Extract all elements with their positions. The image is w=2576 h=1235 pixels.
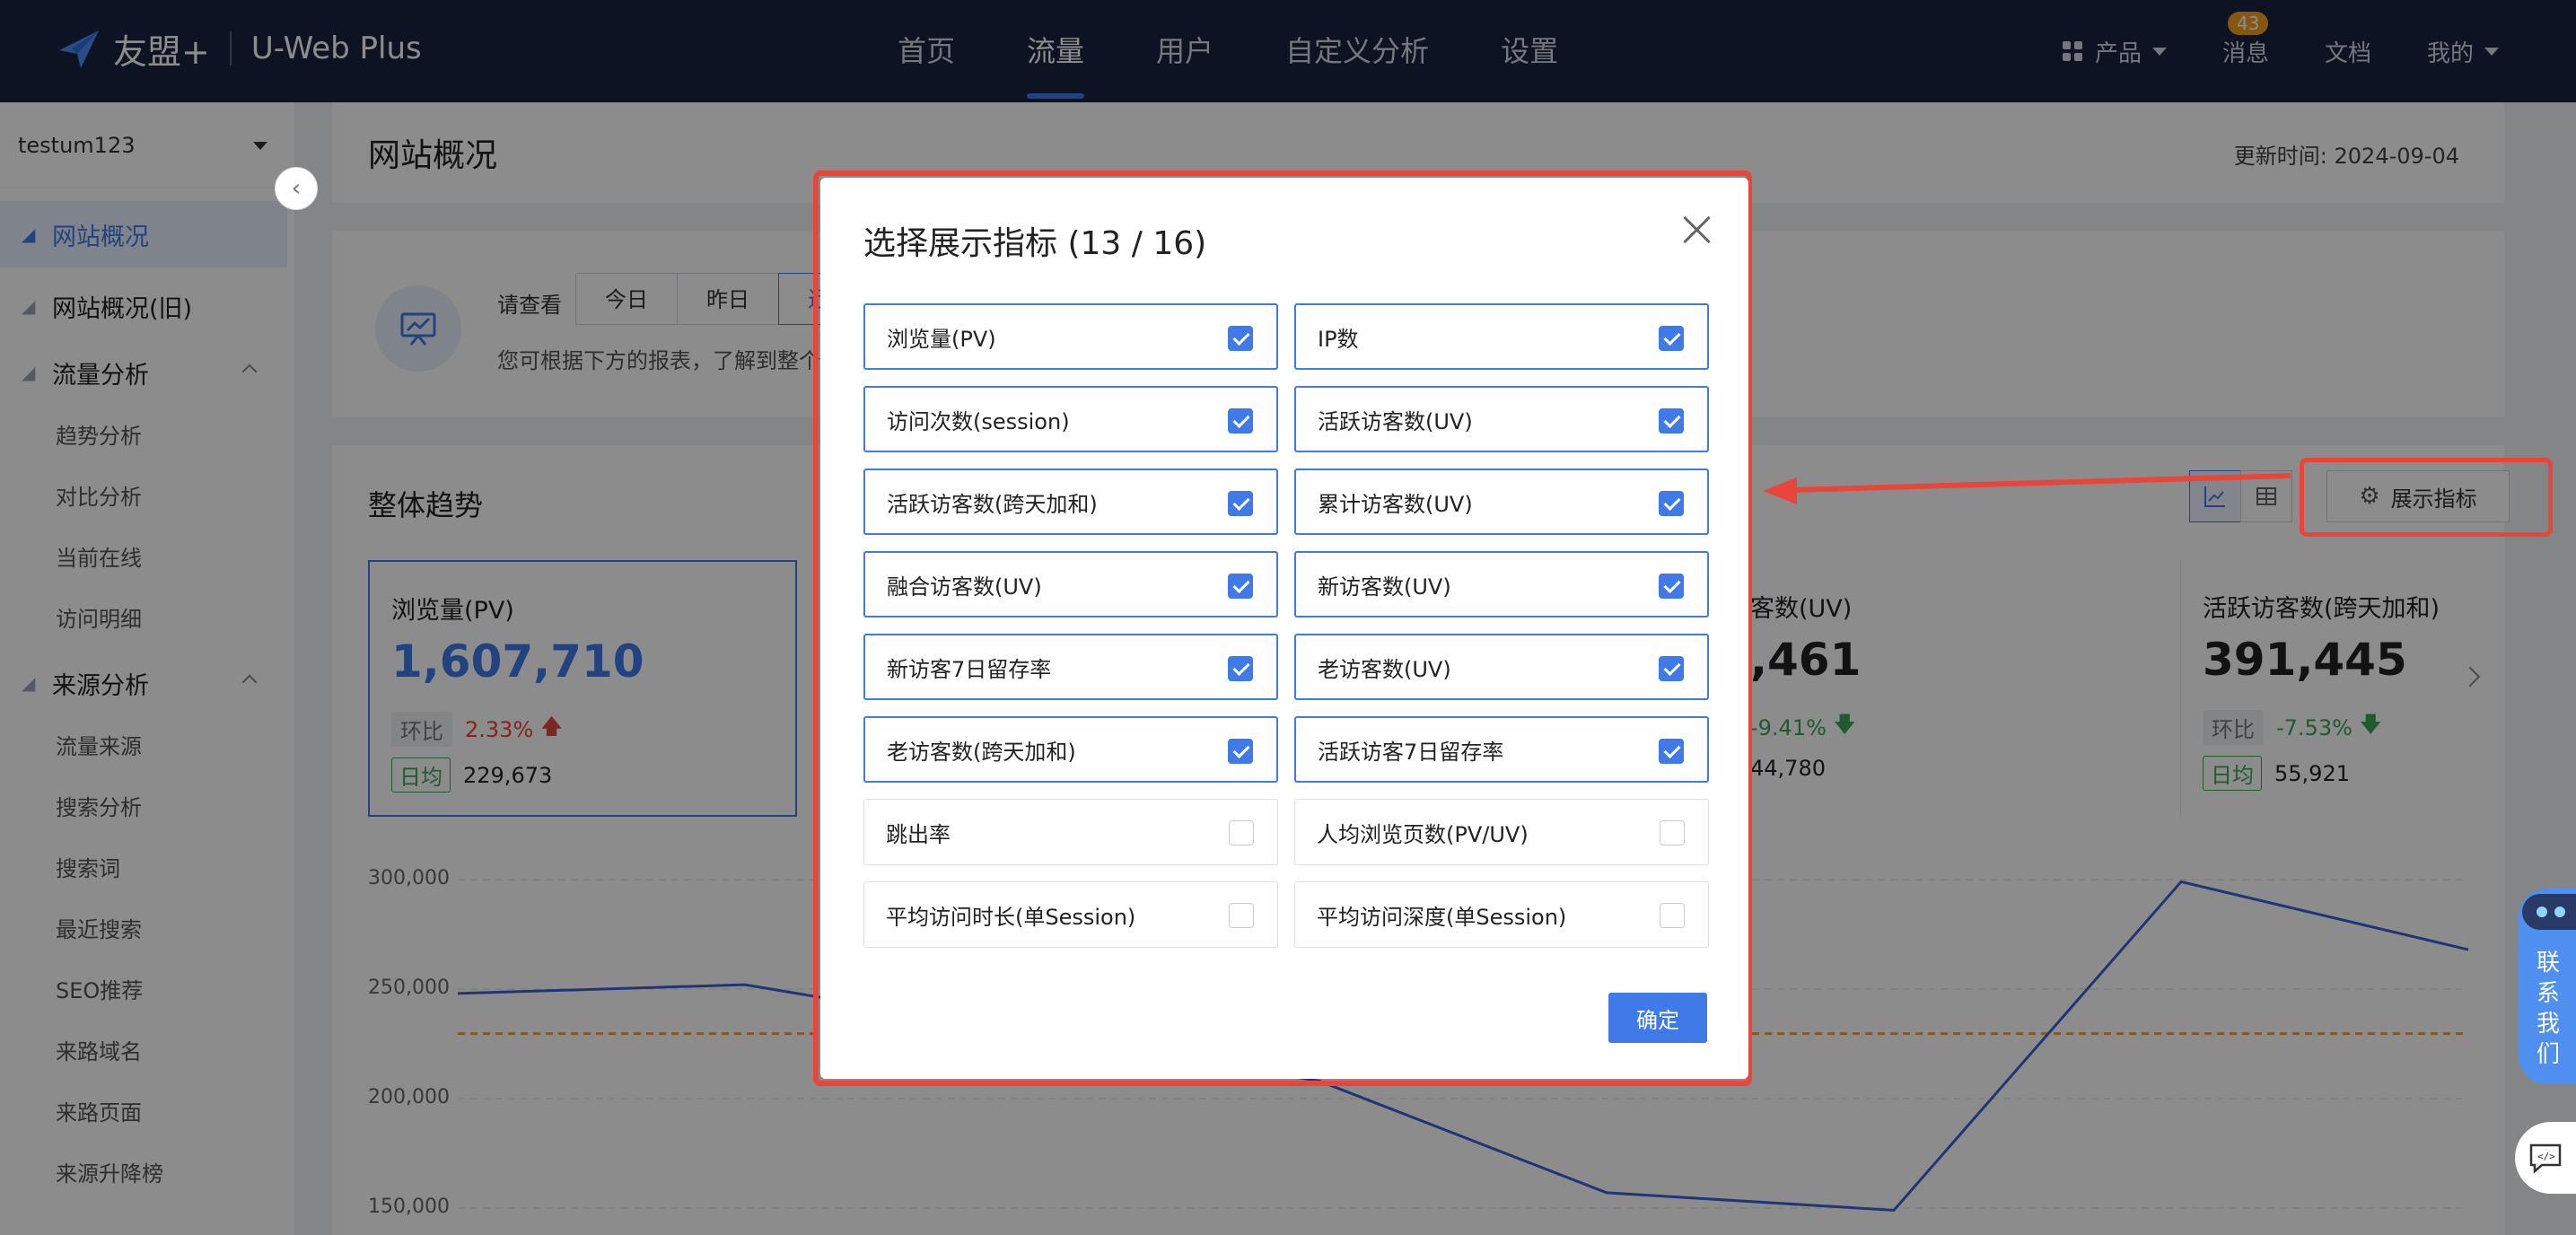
metric-option-label: 新访客数(UV) — [1318, 574, 1451, 600]
checkbox-empty-icon[interactable] — [1229, 820, 1254, 845]
checkbox-checked-icon[interactable] — [1659, 491, 1684, 516]
checkbox-checked-icon[interactable] — [1228, 408, 1253, 434]
metric-option[interactable]: 平均访问时长(单Session) — [863, 881, 1278, 948]
checkbox-empty-icon[interactable] — [1229, 903, 1254, 928]
metric-option[interactable]: 人均浏览页数(PV/UV) — [1294, 799, 1709, 865]
metric-option-label: 新访客7日留存率 — [887, 656, 1052, 682]
checkbox-checked-icon[interactable] — [1228, 491, 1253, 516]
annotation-arrow-icon — [1763, 473, 2291, 504]
svg-text:</>: </> — [2537, 1151, 2555, 1162]
checkbox-checked-icon[interactable] — [1659, 739, 1684, 764]
checkbox-empty-icon[interactable] — [1660, 903, 1685, 928]
confirm-button[interactable]: 确定 — [1608, 993, 1707, 1043]
robot-icon — [2522, 894, 2576, 930]
metric-option[interactable]: 跳出率 — [863, 799, 1278, 865]
metric-option-label: 老访客数(UV) — [1318, 656, 1451, 682]
metric-option[interactable]: 活跃访客数(UV) — [1294, 386, 1709, 452]
close-icon[interactable] — [1678, 212, 1714, 248]
metric-option[interactable]: 平均访问深度(单Session) — [1294, 881, 1709, 948]
metric-option-label: 融合访客数(UV) — [887, 574, 1042, 600]
checkbox-empty-icon[interactable] — [1660, 820, 1685, 845]
metric-option[interactable]: 融合访客数(UV) — [863, 551, 1278, 618]
metric-option[interactable]: 新访客7日留存率 — [863, 634, 1278, 700]
chat-icon: </> — [2529, 1143, 2562, 1174]
metric-option[interactable]: 浏览量(PV) — [863, 303, 1278, 370]
metric-option-label: IP数 — [1318, 326, 1359, 352]
metric-option[interactable]: 访问次数(session) — [863, 386, 1278, 452]
metric-option-label: 老访客数(跨天加和) — [887, 739, 1076, 765]
metric-option[interactable]: 新访客数(UV) — [1294, 551, 1709, 618]
checkbox-checked-icon[interactable] — [1659, 574, 1684, 599]
metric-option-label: 平均访问时长(单Session) — [886, 904, 1136, 930]
metric-option-label: 活跃访客数(UV) — [1318, 408, 1473, 434]
checkbox-checked-icon[interactable] — [1228, 656, 1253, 681]
metric-option[interactable]: 累计访客数(UV) — [1294, 469, 1709, 535]
checkbox-checked-icon[interactable] — [1228, 326, 1253, 351]
checkbox-checked-icon[interactable] — [1228, 574, 1253, 599]
metric-option-label: 活跃访客7日留存率 — [1318, 739, 1504, 765]
metric-option-label: 累计访客数(UV) — [1318, 491, 1473, 517]
dialog-title: 选择展示指标 (13 / 16) — [863, 225, 1207, 262]
metric-option-label: 浏览量(PV) — [887, 326, 996, 352]
metric-option-label: 平均访问深度(单Session) — [1317, 904, 1567, 930]
checkbox-checked-icon[interactable] — [1228, 739, 1253, 764]
metric-option[interactable]: 活跃访客数(跨天加和) — [863, 469, 1278, 535]
select-metrics-dialog: 选择展示指标 (13 / 16) 浏览量(PV) IP数访问次数(session)… — [820, 178, 1748, 1079]
metric-option[interactable]: IP数 — [1294, 303, 1709, 370]
sidebar-collapse-button[interactable]: ‹ — [275, 167, 318, 210]
metric-option-label: 活跃访客数(跨天加和) — [887, 491, 1098, 517]
metric-option[interactable]: 老访客数(跨天加和) — [863, 716, 1278, 783]
metric-option[interactable]: 老访客数(UV) — [1294, 634, 1709, 700]
checkbox-checked-icon[interactable] — [1659, 656, 1684, 681]
metrics-button-highlight — [2300, 458, 2553, 537]
checkbox-checked-icon[interactable] — [1659, 326, 1684, 351]
metric-option[interactable]: 活跃访客7日留存率 — [1294, 716, 1709, 783]
checkbox-checked-icon[interactable] — [1659, 408, 1684, 434]
metric-option-label: 访问次数(session) — [887, 408, 1070, 434]
metric-option-label: 跳出率 — [886, 821, 951, 847]
contact-us-label: 联系我们 — [2536, 950, 2560, 1068]
metric-option-label: 人均浏览页数(PV/UV) — [1317, 821, 1529, 847]
chevron-left-icon: ‹ — [291, 175, 302, 202]
